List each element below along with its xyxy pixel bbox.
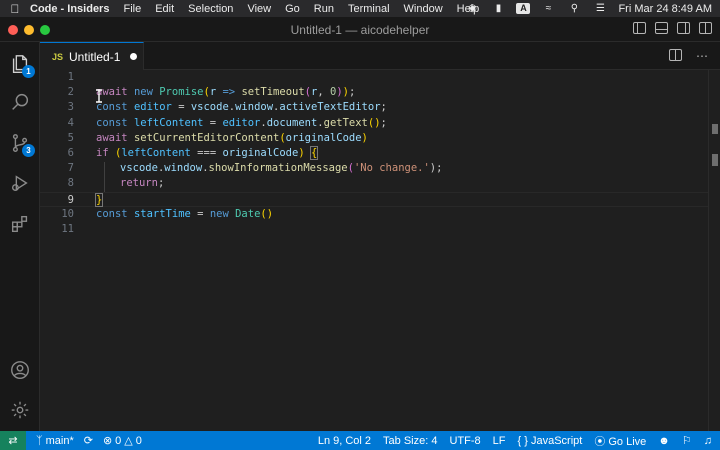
status-bar: ⇄ ᛉ main* ⟳ ⊗ 0 △ 0 Ln 9, Col 2 Tab Size…: [0, 431, 720, 450]
toggle-primary-sidebar-icon[interactable]: [633, 22, 646, 34]
apple-menu-icon[interactable]: : [0, 2, 30, 16]
macos-menu-bar:  Code - Insiders File Edit Selection Vi…: [0, 0, 720, 17]
code-line-5: 5 await setCurrentEditorContent(originalC…: [67, 131, 368, 144]
cursor-position[interactable]: Ln 9, Col 2: [318, 435, 371, 447]
branch-name: main*: [45, 434, 74, 447]
editor-tab-bar: JS Untitled-1 ⋯: [40, 42, 720, 70]
indentation[interactable]: Tab Size: 4: [383, 435, 437, 447]
javascript-file-icon: JS: [52, 51, 64, 62]
unsaved-dot-icon[interactable]: [130, 53, 138, 60]
explorer-badge: 1: [22, 65, 35, 78]
menu-terminal[interactable]: Terminal: [348, 3, 390, 15]
menu-selection[interactable]: Selection: [188, 3, 233, 15]
settings-gear-icon[interactable]: [8, 398, 32, 422]
code-line-2: 2 await new Promise(r => setTimeout(r, 0)…: [67, 86, 356, 99]
broadcast-icon: ⦿: [594, 435, 606, 448]
menu-view[interactable]: View: [247, 3, 271, 15]
customize-layout-icon[interactable]: [699, 22, 712, 34]
source-control-icon[interactable]: 3: [8, 131, 35, 157]
editor-scrollbar[interactable]: [708, 70, 720, 431]
extensions-icon[interactable]: [8, 212, 32, 236]
search-icon[interactable]: [8, 90, 32, 114]
record-icon[interactable]: ◉: [464, 3, 480, 14]
spotlight-search-icon[interactable]: ⚲: [566, 3, 582, 14]
feedback-icon[interactable]: ⚐: [682, 434, 692, 447]
error-count: 0: [115, 434, 122, 447]
tab-title: Untitled-1: [69, 49, 121, 64]
code-line-9-active: 9}: [40, 191, 708, 207]
accounts-icon[interactable]: [8, 358, 32, 382]
code-line-10: 10 const startTime = new Date(): [61, 207, 274, 220]
problems-indicator[interactable]: ⊗ 0 △ 0: [102, 434, 142, 448]
error-icon: ⊗: [102, 435, 113, 447]
activity-bar: 1 3: [0, 42, 40, 431]
control-center-icon[interactable]: ☰: [592, 3, 608, 14]
menu-run[interactable]: Run: [314, 3, 334, 15]
split-editor-icon[interactable]: [669, 49, 682, 61]
toggle-panel-icon[interactable]: [655, 22, 668, 34]
code-line-1: 1: [67, 71, 74, 83]
git-branch-icon: ᛉ: [36, 434, 43, 447]
code-line-3: 3 const editor = vscode.window.activeText…: [67, 101, 387, 114]
run-debug-icon[interactable]: [8, 171, 32, 195]
scrollbar-marker: [712, 154, 718, 166]
code-editor[interactable]: 1 2 await new Promise(r => setTimeout(r, …: [40, 70, 720, 431]
battery-icon[interactable]: ▮: [490, 3, 506, 14]
menu-window[interactable]: Window: [404, 3, 443, 15]
app-name-menu[interactable]: Code - Insiders: [30, 3, 109, 15]
go-live-button[interactable]: ⦿ Go Live: [594, 433, 646, 449]
window-title: Untitled-1 — aicodehelper: [290, 23, 430, 37]
braces-icon: { }: [517, 434, 528, 447]
warning-icon: △: [124, 435, 133, 447]
source-control-badge: 3: [22, 144, 35, 157]
language-mode[interactable]: { } JavaScript: [517, 435, 582, 447]
text-cursor: [102, 192, 104, 207]
toggle-secondary-sidebar-icon[interactable]: [677, 22, 690, 34]
code-line-6: 6 if (leftContent === originalCode) {: [67, 146, 319, 160]
window-title-bar: Untitled-1 — aicodehelper: [0, 17, 720, 42]
scrollbar-marker: [712, 124, 718, 134]
explorer-icon[interactable]: 1: [8, 52, 35, 78]
menu-file[interactable]: File: [123, 3, 141, 15]
code-line-7: 7 vscode.window.showInformationMessage('N…: [67, 162, 443, 175]
end-of-line[interactable]: LF: [493, 435, 506, 447]
encoding[interactable]: UTF-8: [449, 435, 480, 447]
menu-edit[interactable]: Edit: [155, 3, 174, 15]
notifications-bell-icon[interactable]: ♫: [704, 435, 712, 447]
more-actions-icon[interactable]: ⋯: [696, 49, 708, 63]
branch-indicator[interactable]: ᛉ main*: [36, 435, 74, 447]
code-line-4: 4 const leftContent = editor.document.get…: [67, 116, 387, 129]
menubar-clock[interactable]: Fri Mar 24 8:49 AM: [618, 3, 712, 15]
remote-indicator-icon[interactable]: ⇄: [0, 431, 26, 450]
wifi-icon[interactable]: ≈: [540, 3, 556, 14]
input-source-icon[interactable]: A: [516, 3, 531, 14]
tab-untitled-1[interactable]: JS Untitled-1: [40, 42, 144, 70]
code-line-11: 11: [61, 223, 74, 235]
copilot-icon[interactable]: ☻: [658, 435, 670, 447]
sync-icon[interactable]: ⟳: [84, 434, 93, 447]
menu-go[interactable]: Go: [285, 3, 300, 15]
warning-count: 0: [135, 434, 142, 447]
mouse-ibeam-cursor-icon: [96, 89, 102, 103]
code-line-8: 8 return;: [67, 177, 165, 190]
